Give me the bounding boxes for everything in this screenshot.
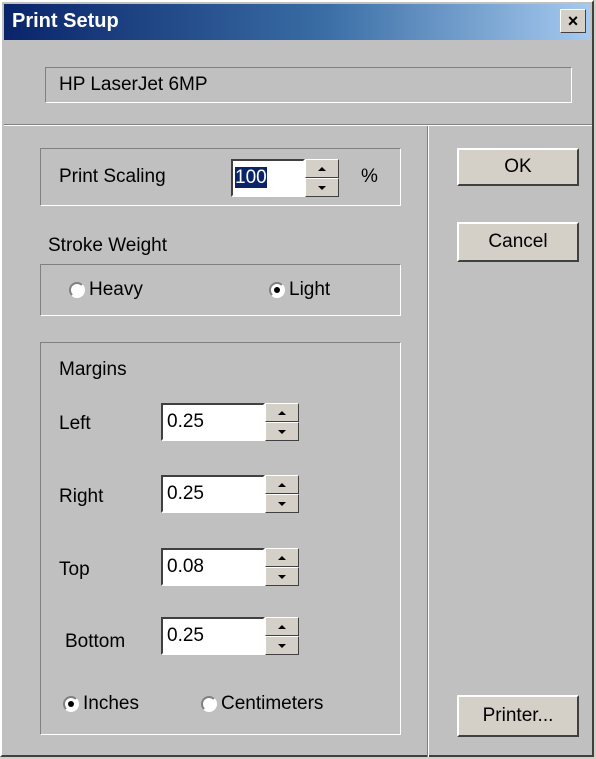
print-scaling-label: Print Scaling xyxy=(59,166,166,187)
margin-right-input[interactable]: 0.25 xyxy=(161,475,265,513)
radio-icon xyxy=(63,696,79,712)
radio-heavy[interactable]: Heavy xyxy=(69,279,143,301)
radio-centimeters-label: Centimeters xyxy=(221,693,324,714)
margins-group: Margins Left 0.25 Right 0.25 Top 0.08 Bo… xyxy=(40,342,401,735)
close-button[interactable]: × xyxy=(560,9,586,33)
stroke-weight-group: Heavy Light xyxy=(40,264,401,316)
margin-top-input[interactable]: 0.08 xyxy=(161,548,265,586)
margin-bottom-value: 0.25 xyxy=(167,625,204,646)
radio-inches[interactable]: Inches xyxy=(63,693,139,715)
margin-bottom-label: Bottom xyxy=(65,631,126,652)
print-scaling-group: Print Scaling 100 % xyxy=(40,148,401,206)
printer-name: HP LaserJet 6MP xyxy=(59,74,208,95)
radio-icon xyxy=(201,696,217,712)
window-title: Print Setup xyxy=(12,10,119,32)
stroke-weight-label: Stroke Weight xyxy=(48,235,167,256)
margin-left-label: Left xyxy=(59,413,91,434)
arrow-up-icon[interactable] xyxy=(265,617,299,636)
margin-left-input[interactable]: 0.25 xyxy=(161,403,265,441)
radio-light-label: Light xyxy=(289,279,331,300)
cancel-button-label: Cancel xyxy=(488,231,548,252)
arrow-down-icon[interactable] xyxy=(265,636,299,655)
arrow-down-icon[interactable] xyxy=(265,567,299,586)
arrow-down-icon[interactable] xyxy=(265,422,299,441)
margin-bottom-stepper[interactable] xyxy=(265,617,299,655)
print-scaling-stepper[interactable] xyxy=(305,159,339,197)
printer-button-label: Printer... xyxy=(482,705,554,726)
vertical-divider xyxy=(427,126,429,757)
print-scaling-value: 100 xyxy=(235,167,267,188)
margin-right-stepper[interactable] xyxy=(265,475,299,513)
title-bar[interactable]: Print Setup × xyxy=(4,4,590,40)
arrow-down-icon[interactable] xyxy=(305,178,339,197)
margin-top-label: Top xyxy=(59,559,90,580)
radio-icon xyxy=(69,282,85,298)
margin-top-stepper[interactable] xyxy=(265,548,299,586)
margin-right-label: Right xyxy=(59,486,104,507)
arrow-up-icon[interactable] xyxy=(265,475,299,494)
cancel-button[interactable]: Cancel xyxy=(457,222,579,262)
radio-heavy-label: Heavy xyxy=(89,279,143,300)
arrow-up-icon[interactable] xyxy=(265,403,299,422)
radio-centimeters[interactable]: Centimeters xyxy=(201,693,323,715)
margin-bottom-input[interactable]: 0.25 xyxy=(161,617,265,655)
print-scaling-input[interactable]: 100 xyxy=(231,159,305,197)
margins-label: Margins xyxy=(59,359,127,380)
radio-inches-label: Inches xyxy=(83,693,139,714)
printer-name-box: HP LaserJet 6MP xyxy=(45,67,572,103)
arrow-up-icon[interactable] xyxy=(305,159,339,178)
ok-button[interactable]: OK xyxy=(457,148,579,186)
margin-right-value: 0.25 xyxy=(167,483,204,504)
radio-light[interactable]: Light xyxy=(269,279,330,301)
percent-label: % xyxy=(361,166,378,187)
printer-button[interactable]: Printer... xyxy=(457,695,579,737)
close-icon: × xyxy=(567,10,579,31)
radio-icon xyxy=(269,282,285,298)
top-divider xyxy=(4,124,592,126)
arrow-up-icon[interactable] xyxy=(265,548,299,567)
margin-top-value: 0.08 xyxy=(167,556,204,577)
margin-left-stepper[interactable] xyxy=(265,403,299,441)
margin-left-value: 0.25 xyxy=(167,411,204,432)
arrow-down-icon[interactable] xyxy=(265,494,299,513)
print-setup-dialog: Print Setup × HP LaserJet 6MP Print Scal… xyxy=(0,0,594,757)
ok-button-label: OK xyxy=(504,156,532,177)
